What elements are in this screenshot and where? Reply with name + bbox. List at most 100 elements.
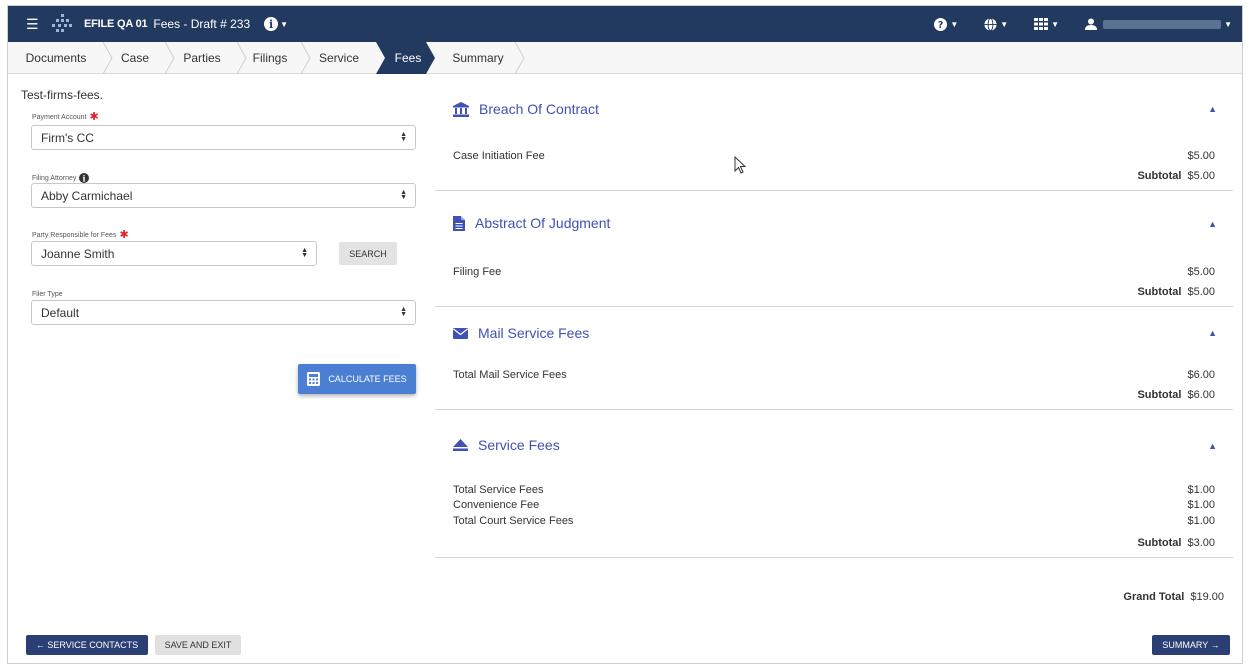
apps-dropdown[interactable]: ▼	[1034, 18, 1059, 30]
fee-row: Total Service Fees $1.00	[453, 484, 1215, 496]
subtotal: Subtotal $5.00	[1137, 286, 1215, 298]
caret-down-icon: ▼	[1000, 19, 1009, 29]
step-label: Filings	[252, 51, 288, 65]
step-summary[interactable]: Summary	[440, 42, 525, 74]
step-case[interactable]: Case	[104, 42, 175, 74]
subtotal-value: $3.00	[1187, 537, 1215, 549]
fee-row: Total Mail Service Fees $6.00	[453, 369, 1215, 381]
fee-section-abstract-of-judgment: Abstract Of Judgment ▲ Filing Fee $5.00 …	[435, 191, 1233, 307]
chevron-up-icon[interactable]: ▲	[1208, 328, 1217, 338]
section-header[interactable]: Service Fees	[453, 437, 560, 453]
sort-arrows-icon: ▲ ▼	[400, 131, 407, 143]
document-title: Fees - Draft # 233	[153, 17, 251, 31]
payment-account-select[interactable]: Firm's CC ▲ ▼	[31, 125, 416, 150]
caret-down-icon: ▼	[1051, 19, 1060, 29]
section-title: Mail Service Fees	[478, 325, 590, 341]
section-title: Service Fees	[478, 437, 560, 453]
step-label: Parties	[183, 51, 221, 65]
label-text: Filing Attorney	[32, 174, 77, 182]
caret-down-icon: ▼	[280, 19, 289, 29]
label-text: Payment Account	[32, 114, 87, 121]
logo-icon[interactable]	[50, 12, 74, 36]
fee-amount: $5.00	[1187, 150, 1215, 162]
filing-attorney-select[interactable]: Abby Carmichael ▲ ▼	[31, 183, 416, 208]
info-icon: i	[264, 17, 279, 31]
fee-section-breach-of-contract: Breach Of Contract ▲ Case Initiation Fee…	[435, 84, 1233, 191]
help-icon: ?	[934, 17, 948, 31]
step-parties[interactable]: Parties	[166, 42, 247, 74]
step-label: Summary	[452, 51, 504, 65]
fee-name: Case Initiation Fee	[453, 150, 545, 162]
section-header[interactable]: Abstract Of Judgment	[453, 215, 610, 231]
section-title: Abstract Of Judgment	[475, 215, 611, 231]
section-header[interactable]: Mail Service Fees	[453, 325, 589, 341]
fee-name: Filing Fee	[453, 266, 502, 278]
app-window: ☰ EFILE QA 01 Fees - Draft # 233 i ▼ ? ▼	[7, 5, 1243, 664]
subtotal-label: Subtotal	[1137, 537, 1182, 549]
section-header[interactable]: Breach Of Contract	[453, 101, 599, 117]
sort-arrows-icon: ▲ ▼	[301, 247, 308, 259]
fee-name: Total Mail Service Fees	[453, 369, 567, 381]
svg-text:i: i	[83, 173, 86, 183]
menu-icon[interactable]: ☰	[26, 16, 39, 33]
select-value: Abby Carmichael	[41, 188, 133, 203]
step-label: Documents	[25, 51, 87, 65]
fee-amount: $1.00	[1187, 484, 1215, 496]
eject-icon	[453, 439, 468, 451]
help-dropdown[interactable]: ? ▼	[934, 17, 959, 31]
select-value: Default	[41, 305, 80, 320]
filer-type-label: Filer Type	[32, 291, 63, 298]
payment-account-label: Payment Account ✱	[32, 111, 99, 123]
chevron-up-icon[interactable]: ▲	[1208, 441, 1217, 451]
user-icon	[1085, 18, 1098, 30]
info-dropdown[interactable]: i ▼	[264, 17, 288, 31]
wizard-steps: Documents Case Parties Filings Service F…	[8, 42, 1242, 74]
step-label: Fees	[394, 51, 422, 65]
step-documents[interactable]: Documents	[8, 42, 113, 74]
sort-arrows-icon: ▲ ▼	[400, 306, 407, 318]
sort-arrows-icon: ▲ ▼	[400, 189, 407, 201]
summary-button[interactable]: SUMMARY →	[1152, 635, 1230, 655]
top-navbar: ☰ EFILE QA 01 Fees - Draft # 233 i ▼ ? ▼	[8, 6, 1242, 42]
fee-name: Total Court Service Fees	[453, 515, 574, 527]
language-dropdown[interactable]: ▼	[984, 17, 1009, 31]
fee-row: Filing Fee $5.00	[453, 266, 1215, 278]
step-fees[interactable]: Fees	[382, 42, 434, 74]
fee-row: Total Court Service Fees $1.00	[453, 515, 1215, 527]
caret-down-icon: ▼	[1224, 19, 1232, 29]
grand-total-label: Grand Total	[1123, 591, 1185, 603]
calculate-fees-button[interactable]: CALCULATE FEES	[298, 364, 416, 394]
calculate-fees-label: CALCULATE FEES	[328, 374, 407, 384]
filing-attorney-label: Filing Attorney i	[32, 173, 90, 183]
app-name[interactable]: EFILE QA 01	[84, 18, 148, 30]
fee-name: Total Service Fees	[453, 484, 544, 496]
label-text: Filer Type	[32, 291, 63, 298]
party-responsible-select[interactable]: Joanne Smith ▲ ▼	[31, 241, 317, 266]
chevron-up-icon[interactable]: ▲	[1208, 104, 1217, 114]
caret-down-icon: ▼	[950, 19, 959, 29]
service-contacts-button[interactable]: ← SERVICE CONTACTS	[26, 635, 148, 655]
required-asterisk-icon: ✱	[89, 111, 99, 123]
step-service[interactable]: Service	[302, 42, 376, 74]
select-value: Joanne Smith	[41, 246, 115, 261]
label-text: Party Responsible for Fees	[32, 232, 117, 239]
mouse-pointer-icon	[734, 156, 746, 174]
search-button[interactable]: SEARCH	[339, 242, 397, 265]
filer-type-select[interactable]: Default ▲ ▼	[31, 300, 416, 325]
user-dropdown[interactable]: ▼	[1085, 18, 1232, 30]
step-filings[interactable]: Filings	[238, 42, 311, 74]
bank-icon	[453, 101, 469, 117]
fee-amount: $5.00	[1187, 266, 1215, 278]
subtotal-value: $5.00	[1187, 170, 1215, 182]
calculator-icon	[307, 372, 321, 386]
svg-text:?: ?	[938, 20, 943, 31]
document-icon	[453, 215, 465, 231]
subtotal: Subtotal $5.00	[1137, 170, 1215, 182]
info-icon[interactable]: i	[79, 173, 90, 183]
subtotal-label: Subtotal	[1137, 286, 1182, 298]
fee-row: Case Initiation Fee $5.00	[453, 150, 1215, 162]
envelope-icon	[453, 327, 468, 339]
section-title: Breach Of Contract	[479, 101, 599, 117]
save-and-exit-button[interactable]: SAVE AND EXIT	[155, 635, 241, 655]
chevron-up-icon[interactable]: ▲	[1208, 219, 1217, 229]
